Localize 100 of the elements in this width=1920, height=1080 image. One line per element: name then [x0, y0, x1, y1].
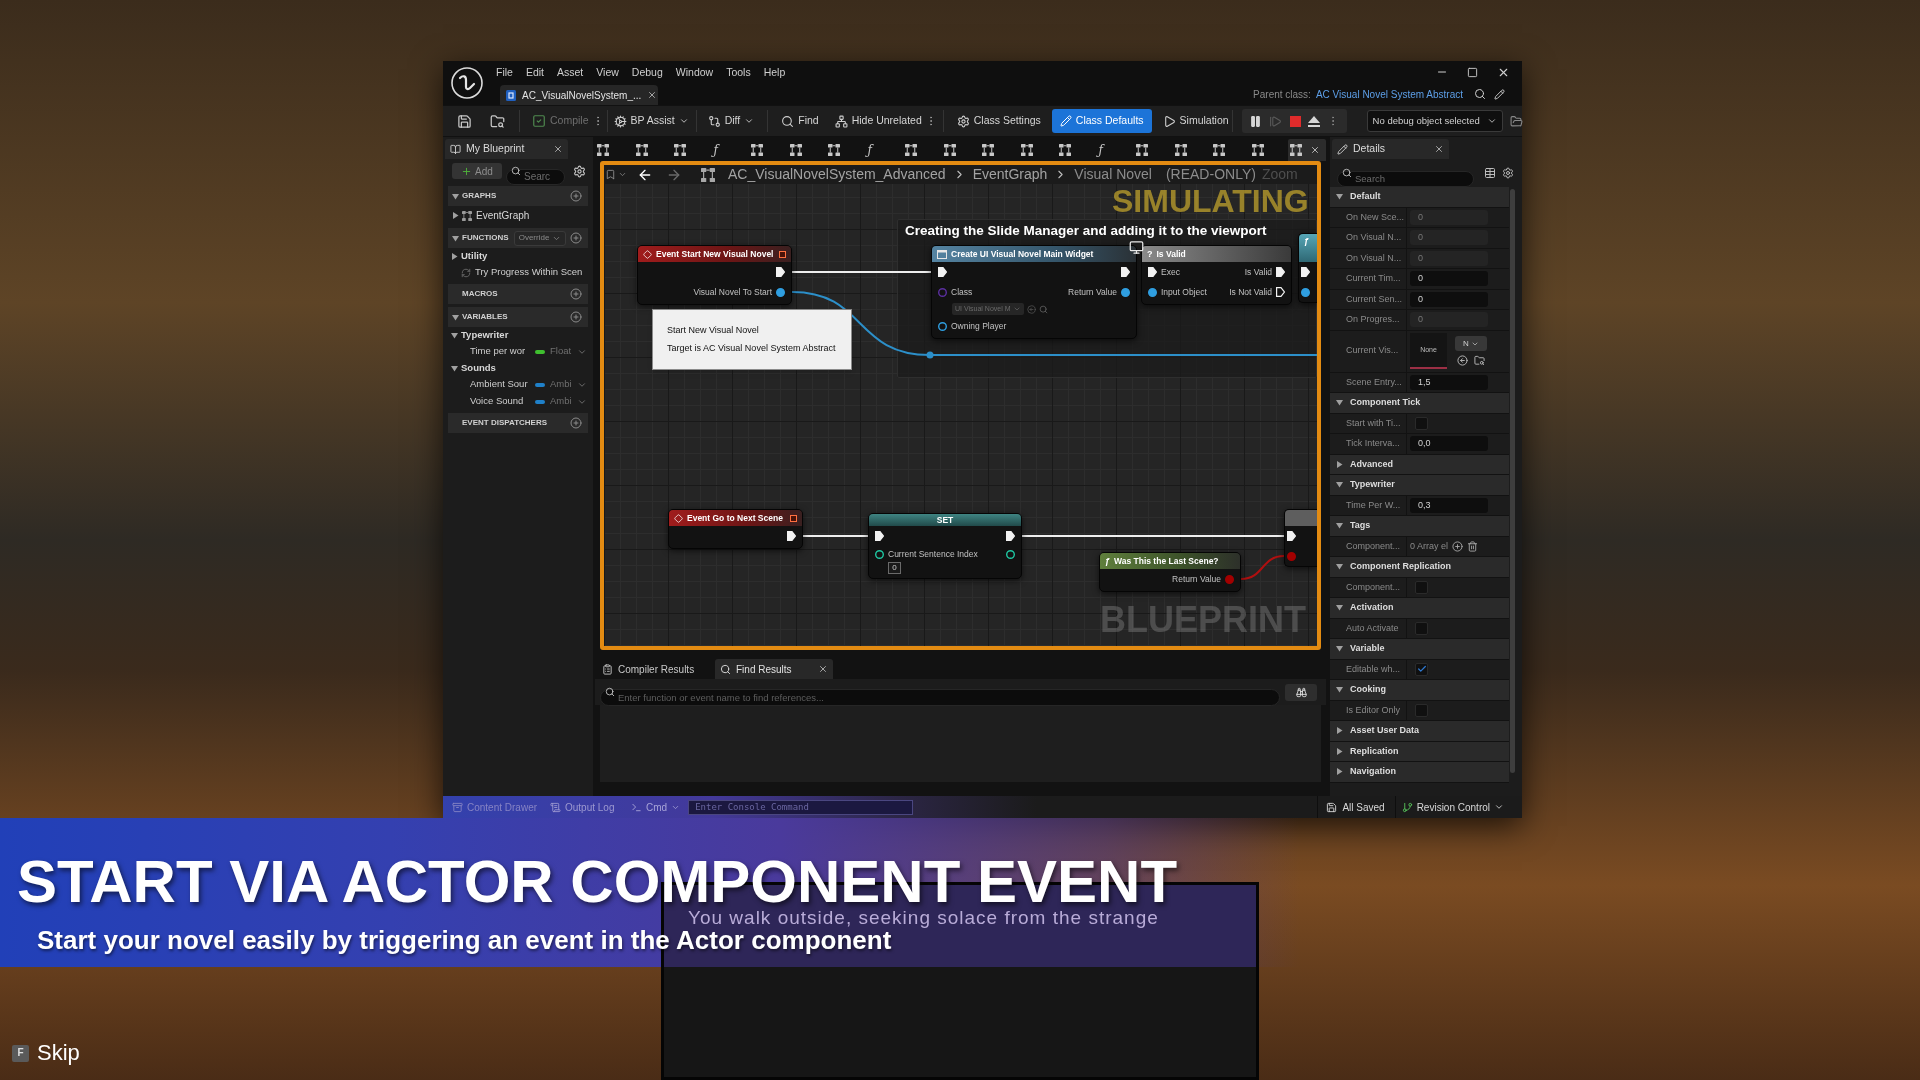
- exec-pin-icon[interactable]: [1148, 267, 1157, 277]
- number-field[interactable]: 0: [1410, 291, 1488, 307]
- caret-right-icon[interactable]: [1336, 768, 1343, 776]
- menu-item[interactable]: Edit: [525, 66, 544, 78]
- add-button[interactable]: Add: [452, 163, 502, 179]
- data-pin-icon[interactable]: [938, 321, 947, 331]
- folder-icon[interactable]: [1509, 114, 1523, 128]
- chevron-down-icon[interactable]: [618, 170, 627, 179]
- checkbox[interactable]: [1415, 416, 1428, 430]
- graph-tab[interactable]: ƒ: [710, 139, 749, 161]
- caret-right-icon[interactable]: [1336, 460, 1343, 468]
- close-icon[interactable]: [647, 90, 658, 100]
- class-settings-button[interactable]: Class Settings: [953, 109, 1044, 133]
- graph-node[interactable]: SET Current Sentence Index 0: [868, 513, 1022, 579]
- add-icon[interactable]: [570, 311, 582, 323]
- caret-down-icon[interactable]: [452, 234, 459, 242]
- menu-item[interactable]: Window: [675, 66, 714, 78]
- document-tab[interactable]: AC_VisualNovelSystem_...: [500, 85, 658, 105]
- variable-name[interactable]: Ambient Sour: [470, 377, 533, 392]
- caret-down-icon[interactable]: [1336, 686, 1343, 694]
- function-item[interactable]: Try Progress Within Scen: [475, 265, 583, 280]
- settings-icon[interactable]: [573, 164, 586, 178]
- bp-assist-button[interactable]: BP Assist: [610, 109, 692, 133]
- breadcrumb-link[interactable]: EventGraph: [972, 165, 1048, 185]
- settings-icon[interactable]: [1502, 167, 1514, 179]
- add-icon[interactable]: [570, 417, 582, 429]
- panel-tab[interactable]: My Blueprint: [445, 139, 568, 159]
- graph-node[interactable]: Event Start New Visual Novel Visual Novel To Start: [637, 245, 792, 305]
- caret-right-icon[interactable]: [452, 212, 459, 219]
- graph-node[interactable]: ? Is Valid Exec Is Valid Input Object Is Not Valid: [1141, 245, 1292, 305]
- data-pin-icon[interactable]: [875, 550, 884, 559]
- pause-icon[interactable]: [1249, 114, 1263, 128]
- data-pin-icon[interactable]: [1121, 287, 1130, 297]
- checkbox[interactable]: [1415, 580, 1428, 594]
- parent-class-link[interactable]: AC Visual Novel System Abstract: [1315, 86, 1463, 102]
- cmd-dropdown[interactable]: Cmd: [631, 799, 681, 815]
- caret-down-icon[interactable]: [451, 364, 458, 372]
- asset-dropdown[interactable]: N: [1455, 336, 1487, 351]
- category-header[interactable]: Component Replication: [1330, 557, 1509, 578]
- graph-node[interactable]: [1284, 509, 1317, 567]
- number-field[interactable]: 1,5: [1410, 374, 1488, 390]
- caret-down-icon[interactable]: [1336, 563, 1343, 571]
- find-button[interactable]: Find: [778, 109, 822, 133]
- folder-search-icon[interactable]: [490, 113, 505, 129]
- panel-tab[interactable]: Compiler Results: [597, 659, 707, 679]
- search-field[interactable]: Search: [1337, 170, 1474, 187]
- hide-unrelated-button[interactable]: Hide Unrelated: [831, 109, 925, 133]
- graph-item[interactable]: EventGraph: [476, 208, 530, 223]
- menu-item[interactable]: View: [596, 66, 619, 78]
- category-header[interactable]: Default: [1330, 187, 1509, 208]
- add-icon[interactable]: [1452, 540, 1464, 552]
- menu-item[interactable]: Tools: [726, 66, 751, 78]
- caret-down-icon[interactable]: [1336, 604, 1343, 612]
- graph-tab[interactable]: ƒ: [864, 139, 903, 161]
- panel-tab[interactable]: Find Results: [715, 659, 833, 679]
- menu-item[interactable]: Debug: [631, 66, 663, 78]
- category-header[interactable]: Replication: [1330, 741, 1509, 762]
- data-pin-icon[interactable]: [1148, 287, 1157, 297]
- add-icon[interactable]: [570, 232, 582, 244]
- search-icon[interactable]: [1474, 88, 1486, 100]
- data-pin-icon[interactable]: [1301, 287, 1310, 297]
- caret-down-icon[interactable]: [1336, 522, 1343, 530]
- section-header[interactable]: GRAPHS: [448, 186, 588, 206]
- save-status-button[interactable]: All Saved: [1326, 799, 1385, 815]
- menu-item[interactable]: Help: [763, 66, 786, 78]
- logo-icon[interactable]: [451, 67, 483, 99]
- exec-pin-icon[interactable]: [1276, 267, 1285, 277]
- search-field[interactable]: Searc: [506, 168, 565, 185]
- simulation-button[interactable]: Simulation: [1159, 109, 1232, 133]
- data-pin-icon[interactable]: [776, 287, 785, 297]
- category-header[interactable]: Activation: [1330, 598, 1509, 619]
- caret-down-icon[interactable]: [452, 192, 459, 200]
- category-header[interactable]: Typewriter: [1330, 475, 1509, 496]
- category-header[interactable]: Advanced: [1330, 454, 1509, 475]
- add-icon[interactable]: [570, 190, 582, 202]
- menu-item[interactable]: File: [496, 66, 513, 78]
- category-header[interactable]: Component Tick: [1330, 393, 1509, 414]
- dropdown[interactable]: Override: [513, 230, 567, 246]
- search-field[interactable]: Enter function or event name to find references...: [600, 688, 1280, 706]
- section-header[interactable]: VARIABLES: [448, 307, 588, 327]
- caret-right-icon[interactable]: [451, 252, 458, 260]
- menu-item[interactable]: Asset: [557, 66, 584, 78]
- graph-tab[interactable]: [1288, 139, 1326, 161]
- revision-control-button[interactable]: Revision Control: [1401, 799, 1504, 815]
- panel-tab[interactable]: Details: [1332, 139, 1449, 159]
- category-label[interactable]: Sounds: [461, 360, 496, 376]
- close-icon[interactable]: [1434, 144, 1444, 154]
- caret-down-icon[interactable]: [1336, 399, 1343, 407]
- add-icon[interactable]: [570, 288, 582, 300]
- breadcrumb-link[interactable]: AC_VisualNovelSystem_Advanced: [728, 165, 946, 185]
- category-header[interactable]: Cooking: [1330, 680, 1509, 701]
- find-references-button[interactable]: [1285, 683, 1317, 701]
- graph-tab[interactable]: ƒ: [1095, 139, 1134, 161]
- caret-down-icon[interactable]: [1336, 481, 1343, 489]
- exec-pin-icon[interactable]: [776, 267, 785, 277]
- exec-pin-icon[interactable]: [1301, 267, 1310, 277]
- number-field[interactable]: 0,0: [1410, 436, 1488, 452]
- close-icon[interactable]: [818, 664, 828, 674]
- category-header[interactable]: Navigation: [1330, 762, 1509, 783]
- exec-pin-icon[interactable]: [1121, 267, 1130, 277]
